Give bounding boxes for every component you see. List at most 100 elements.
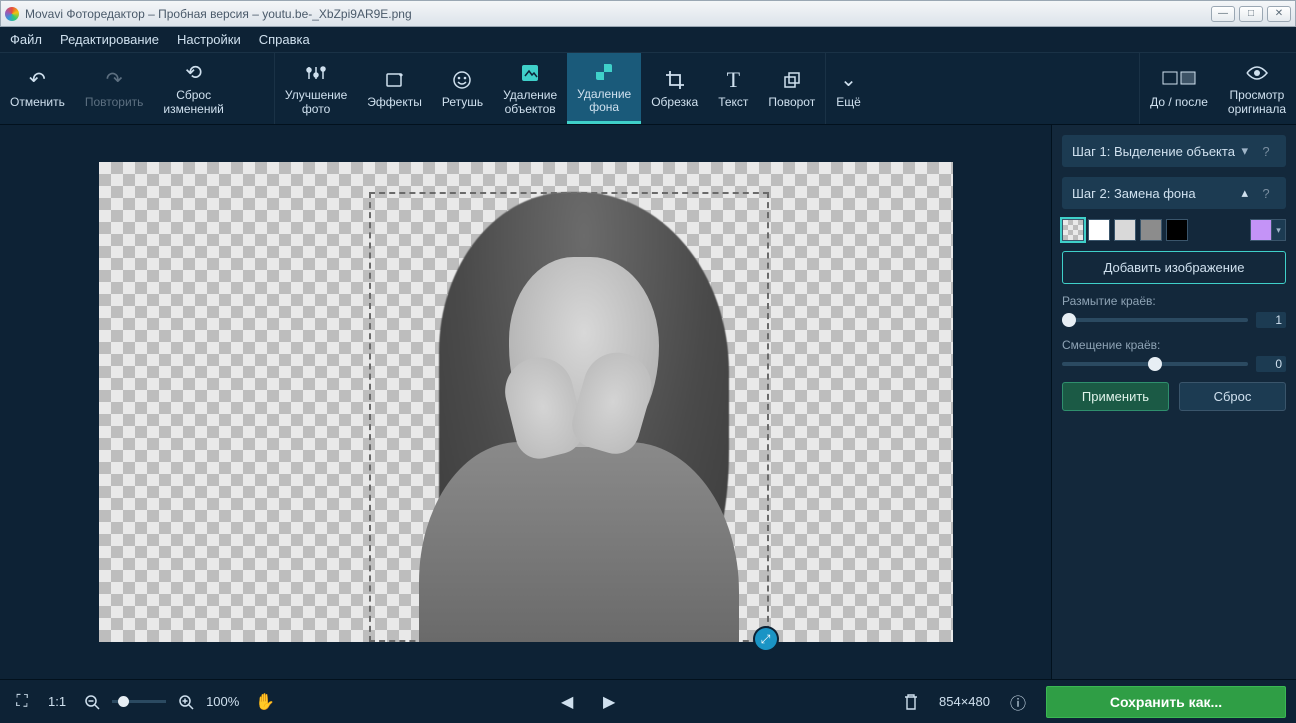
step1-header[interactable]: Шаг 1: Выделение объекта ▾ ? [1062, 135, 1286, 167]
canvas-area[interactable]: ⤢ [0, 125, 1051, 679]
menu-edit[interactable]: Редактирование [60, 32, 159, 47]
chevron-up-icon: ▴ [1241, 185, 1248, 201]
status-bar: ⛶ 1:1 100% ✋ ◀ ▶ 854×480 ⓘ Сохранить как… [0, 679, 1296, 723]
swatch-black[interactable] [1166, 219, 1188, 241]
color-picker-button[interactable] [1250, 219, 1272, 241]
before-after-button[interactable]: До / после [1139, 53, 1218, 124]
retouch-icon [451, 68, 473, 92]
step2-help-button[interactable]: ? [1256, 186, 1276, 201]
remove-objects-icon [519, 61, 541, 85]
step2-header[interactable]: Шаг 2: Замена фона ▴ ? [1062, 177, 1286, 209]
menu-bar: Файл Редактирование Настройки Справка [0, 27, 1296, 53]
fit-ratio-button[interactable]: 1:1 [48, 690, 66, 714]
retouch-button[interactable]: Ретушь [432, 53, 493, 124]
remove-background-label: Удаление фона [577, 88, 631, 114]
remove-background-button[interactable]: Удаление фона [567, 53, 641, 124]
swatch-light-gray[interactable] [1114, 219, 1136, 241]
undo-icon: ↶ [29, 68, 46, 92]
view-original-button[interactable]: Просмотр оригинала [1218, 53, 1296, 124]
edge-blur-value: 1 [1256, 312, 1286, 328]
apply-button[interactable]: Применить [1062, 382, 1169, 411]
crop-button[interactable]: Обрезка [641, 53, 708, 124]
reset-label: Сброс изменений [163, 89, 223, 115]
edge-offset-label: Смещение краёв: [1062, 338, 1286, 352]
chevron-down-icon: ▾ [1241, 143, 1248, 159]
remove-background-icon [593, 60, 615, 84]
rotate-icon [781, 68, 803, 92]
background-swatches: ▾ [1062, 219, 1286, 241]
rotate-button[interactable]: Поворот [758, 53, 825, 124]
hand-tool-button[interactable]: ✋ [253, 690, 277, 714]
step2-label: Шаг 2: Замена фона [1072, 186, 1241, 201]
edge-blur-control: Размытие краёв: 1 [1062, 294, 1286, 328]
before-after-icon [1162, 68, 1196, 92]
prev-button[interactable]: ◀ [555, 690, 579, 714]
text-button[interactable]: T Текст [708, 53, 758, 124]
zoom-slider[interactable] [112, 700, 166, 703]
reset-button[interactable]: Сброс [1179, 382, 1286, 411]
swatch-gray[interactable] [1140, 219, 1162, 241]
text-icon: T [727, 68, 740, 92]
right-sidebar: Шаг 1: Выделение объекта ▾ ? Шаг 2: Заме… [1051, 125, 1296, 679]
edge-offset-slider[interactable] [1062, 362, 1248, 366]
menu-help[interactable]: Справка [259, 32, 310, 47]
edge-offset-control: Смещение краёв: 0 [1062, 338, 1286, 372]
effects-button[interactable]: Эффекты [357, 53, 432, 124]
edge-offset-value: 0 [1256, 356, 1286, 372]
edge-blur-slider[interactable] [1062, 318, 1248, 322]
view-original-label: Просмотр оригинала [1228, 89, 1286, 115]
rotate-label: Поворот [768, 96, 815, 109]
more-label: Ещё [836, 96, 861, 109]
fullscreen-button[interactable]: ⛶ [10, 690, 34, 714]
window-minimize-button[interactable]: — [1211, 6, 1235, 22]
selection-box[interactable]: ⤢ [369, 192, 769, 642]
remove-objects-button[interactable]: Удаление объектов [493, 53, 567, 124]
info-button[interactable]: ⓘ [1006, 690, 1030, 714]
effects-label: Эффекты [367, 96, 422, 109]
redo-icon: ↷ [106, 68, 123, 92]
undo-label: Отменить [10, 96, 65, 109]
image-canvas[interactable]: ⤢ [99, 162, 953, 642]
image-dimensions: 854×480 [939, 694, 990, 709]
enhance-label: Улучшение фото [285, 89, 347, 115]
redo-button[interactable]: ↷ Повторить [75, 53, 154, 124]
menu-file[interactable]: Файл [10, 32, 42, 47]
edge-blur-label: Размытие краёв: [1062, 294, 1286, 308]
zoom-in-button[interactable] [174, 690, 198, 714]
reset-icon: ⟲ [185, 61, 202, 85]
enhance-icon [305, 61, 327, 85]
crop-label: Обрезка [651, 96, 698, 109]
retouch-label: Ретушь [442, 96, 483, 109]
crop-icon [664, 68, 686, 92]
save-as-button[interactable]: Сохранить как... [1046, 686, 1286, 718]
next-button[interactable]: ▶ [597, 690, 621, 714]
zoom-value: 100% [206, 694, 239, 709]
undo-button[interactable]: ↶ Отменить [0, 53, 75, 124]
window-titlebar: Movavi Фоторедактор – Пробная версия – y… [0, 0, 1296, 27]
resize-handle-icon[interactable]: ⤢ [755, 628, 777, 650]
enhance-button[interactable]: Улучшение фото [274, 53, 357, 124]
zoom-out-button[interactable] [80, 690, 104, 714]
app-logo-icon [5, 7, 19, 21]
add-image-button[interactable]: Добавить изображение [1062, 251, 1286, 284]
remove-objects-label: Удаление объектов [503, 89, 557, 115]
color-picker-dropdown[interactable]: ▾ [1272, 219, 1286, 241]
swatch-transparent[interactable] [1062, 219, 1084, 241]
swatch-white[interactable] [1088, 219, 1110, 241]
step1-label: Шаг 1: Выделение объекта [1072, 144, 1241, 159]
reset-changes-button[interactable]: ⟲ Сброс изменений [153, 53, 233, 124]
main-toolbar: ↶ Отменить ↷ Повторить ⟲ Сброс изменений… [0, 53, 1296, 125]
step1-help-button[interactable]: ? [1256, 144, 1276, 159]
text-label: Текст [718, 96, 748, 109]
effects-icon [384, 68, 406, 92]
more-button[interactable]: ⌄ Ещё [825, 53, 871, 124]
redo-label: Повторить [85, 96, 144, 109]
menu-settings[interactable]: Настройки [177, 32, 241, 47]
eye-icon [1245, 61, 1269, 85]
window-close-button[interactable]: ✕ [1267, 6, 1291, 22]
window-maximize-button[interactable]: □ [1239, 6, 1263, 22]
delete-button[interactable] [899, 690, 923, 714]
before-after-label: До / после [1150, 96, 1208, 109]
window-title: Movavi Фоторедактор – Пробная версия – y… [25, 7, 1211, 21]
chevron-down-icon: ⌄ [840, 68, 857, 92]
